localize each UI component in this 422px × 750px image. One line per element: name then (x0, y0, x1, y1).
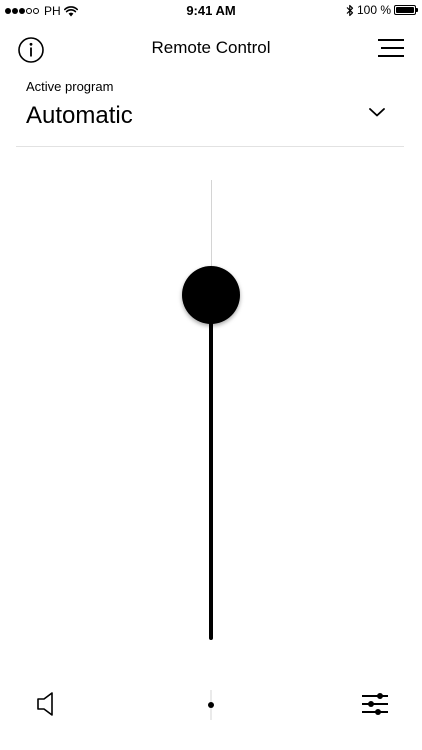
sliders-icon[interactable] (362, 692, 388, 716)
speaker-icon[interactable] (34, 690, 58, 718)
page-title: Remote Control (151, 38, 271, 57)
status-right: 100 % (346, 3, 418, 17)
program-label: Active program (26, 79, 114, 94)
chevron-down-icon[interactable] (368, 106, 386, 118)
battery-percentage: 100 % (356, 3, 391, 17)
status-bar: PH 9:41 AM 100 % (0, 0, 422, 22)
nav-header: Remote Control (0, 28, 422, 68)
slider-fill (209, 295, 213, 640)
slider-thumb[interactable] (182, 266, 240, 324)
menu-icon[interactable] (378, 37, 404, 59)
battery-icon (394, 5, 418, 15)
bottom-bar (0, 680, 422, 730)
volume-slider[interactable] (181, 180, 241, 640)
battery-fill (396, 7, 414, 13)
program-selector[interactable]: Active program Automatic (16, 78, 404, 147)
bluetooth-icon (346, 4, 354, 16)
page-indicator-icon (208, 690, 214, 720)
program-value: Automatic (26, 102, 133, 129)
